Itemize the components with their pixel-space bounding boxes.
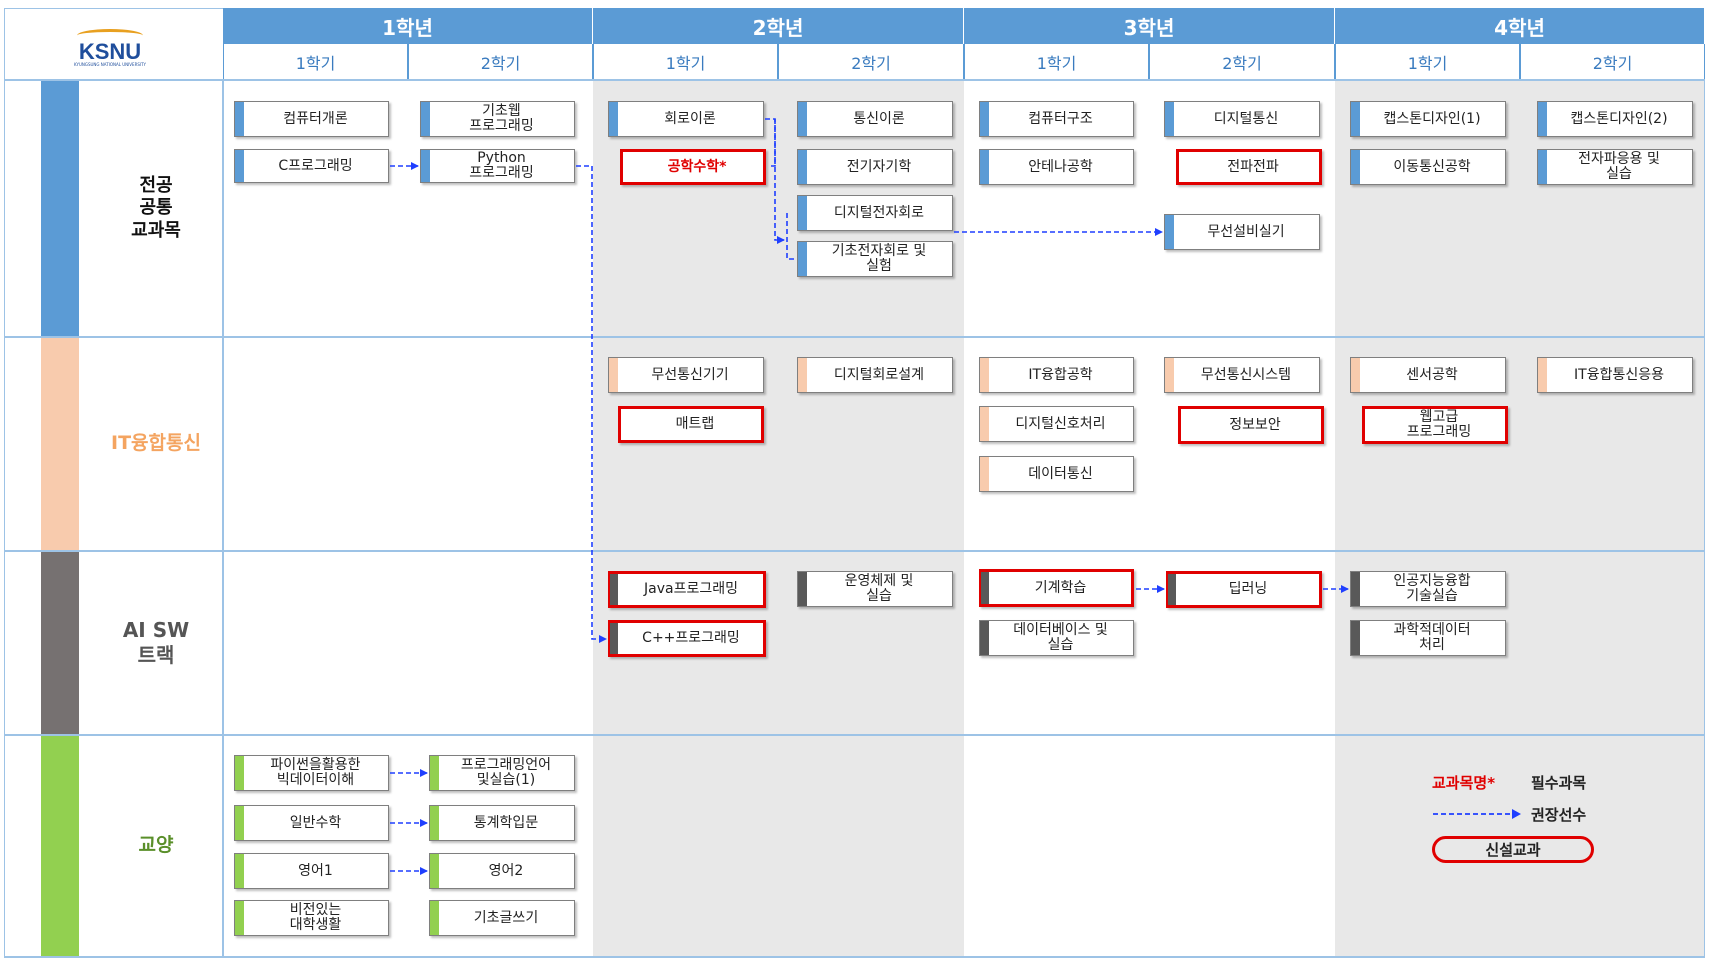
legend-required-sample: 교과목명*	[1432, 774, 1496, 792]
arrow-circuit-to-basic	[786, 213, 795, 260]
legend-new-course-label: 신설교과	[1485, 841, 1541, 859]
arrow-circuit-to-digital	[774, 119, 785, 244]
legend-arrow-icon	[1433, 809, 1521, 819]
arrow-circuit-branch	[765, 118, 776, 167]
legend-required-label: 필수과목	[1531, 774, 1587, 792]
legend-recommended-label: 권장선수	[1531, 806, 1587, 824]
arrow-python-to-cpp	[576, 165, 607, 643]
legend-new-course: 신설교과	[1432, 836, 1594, 863]
